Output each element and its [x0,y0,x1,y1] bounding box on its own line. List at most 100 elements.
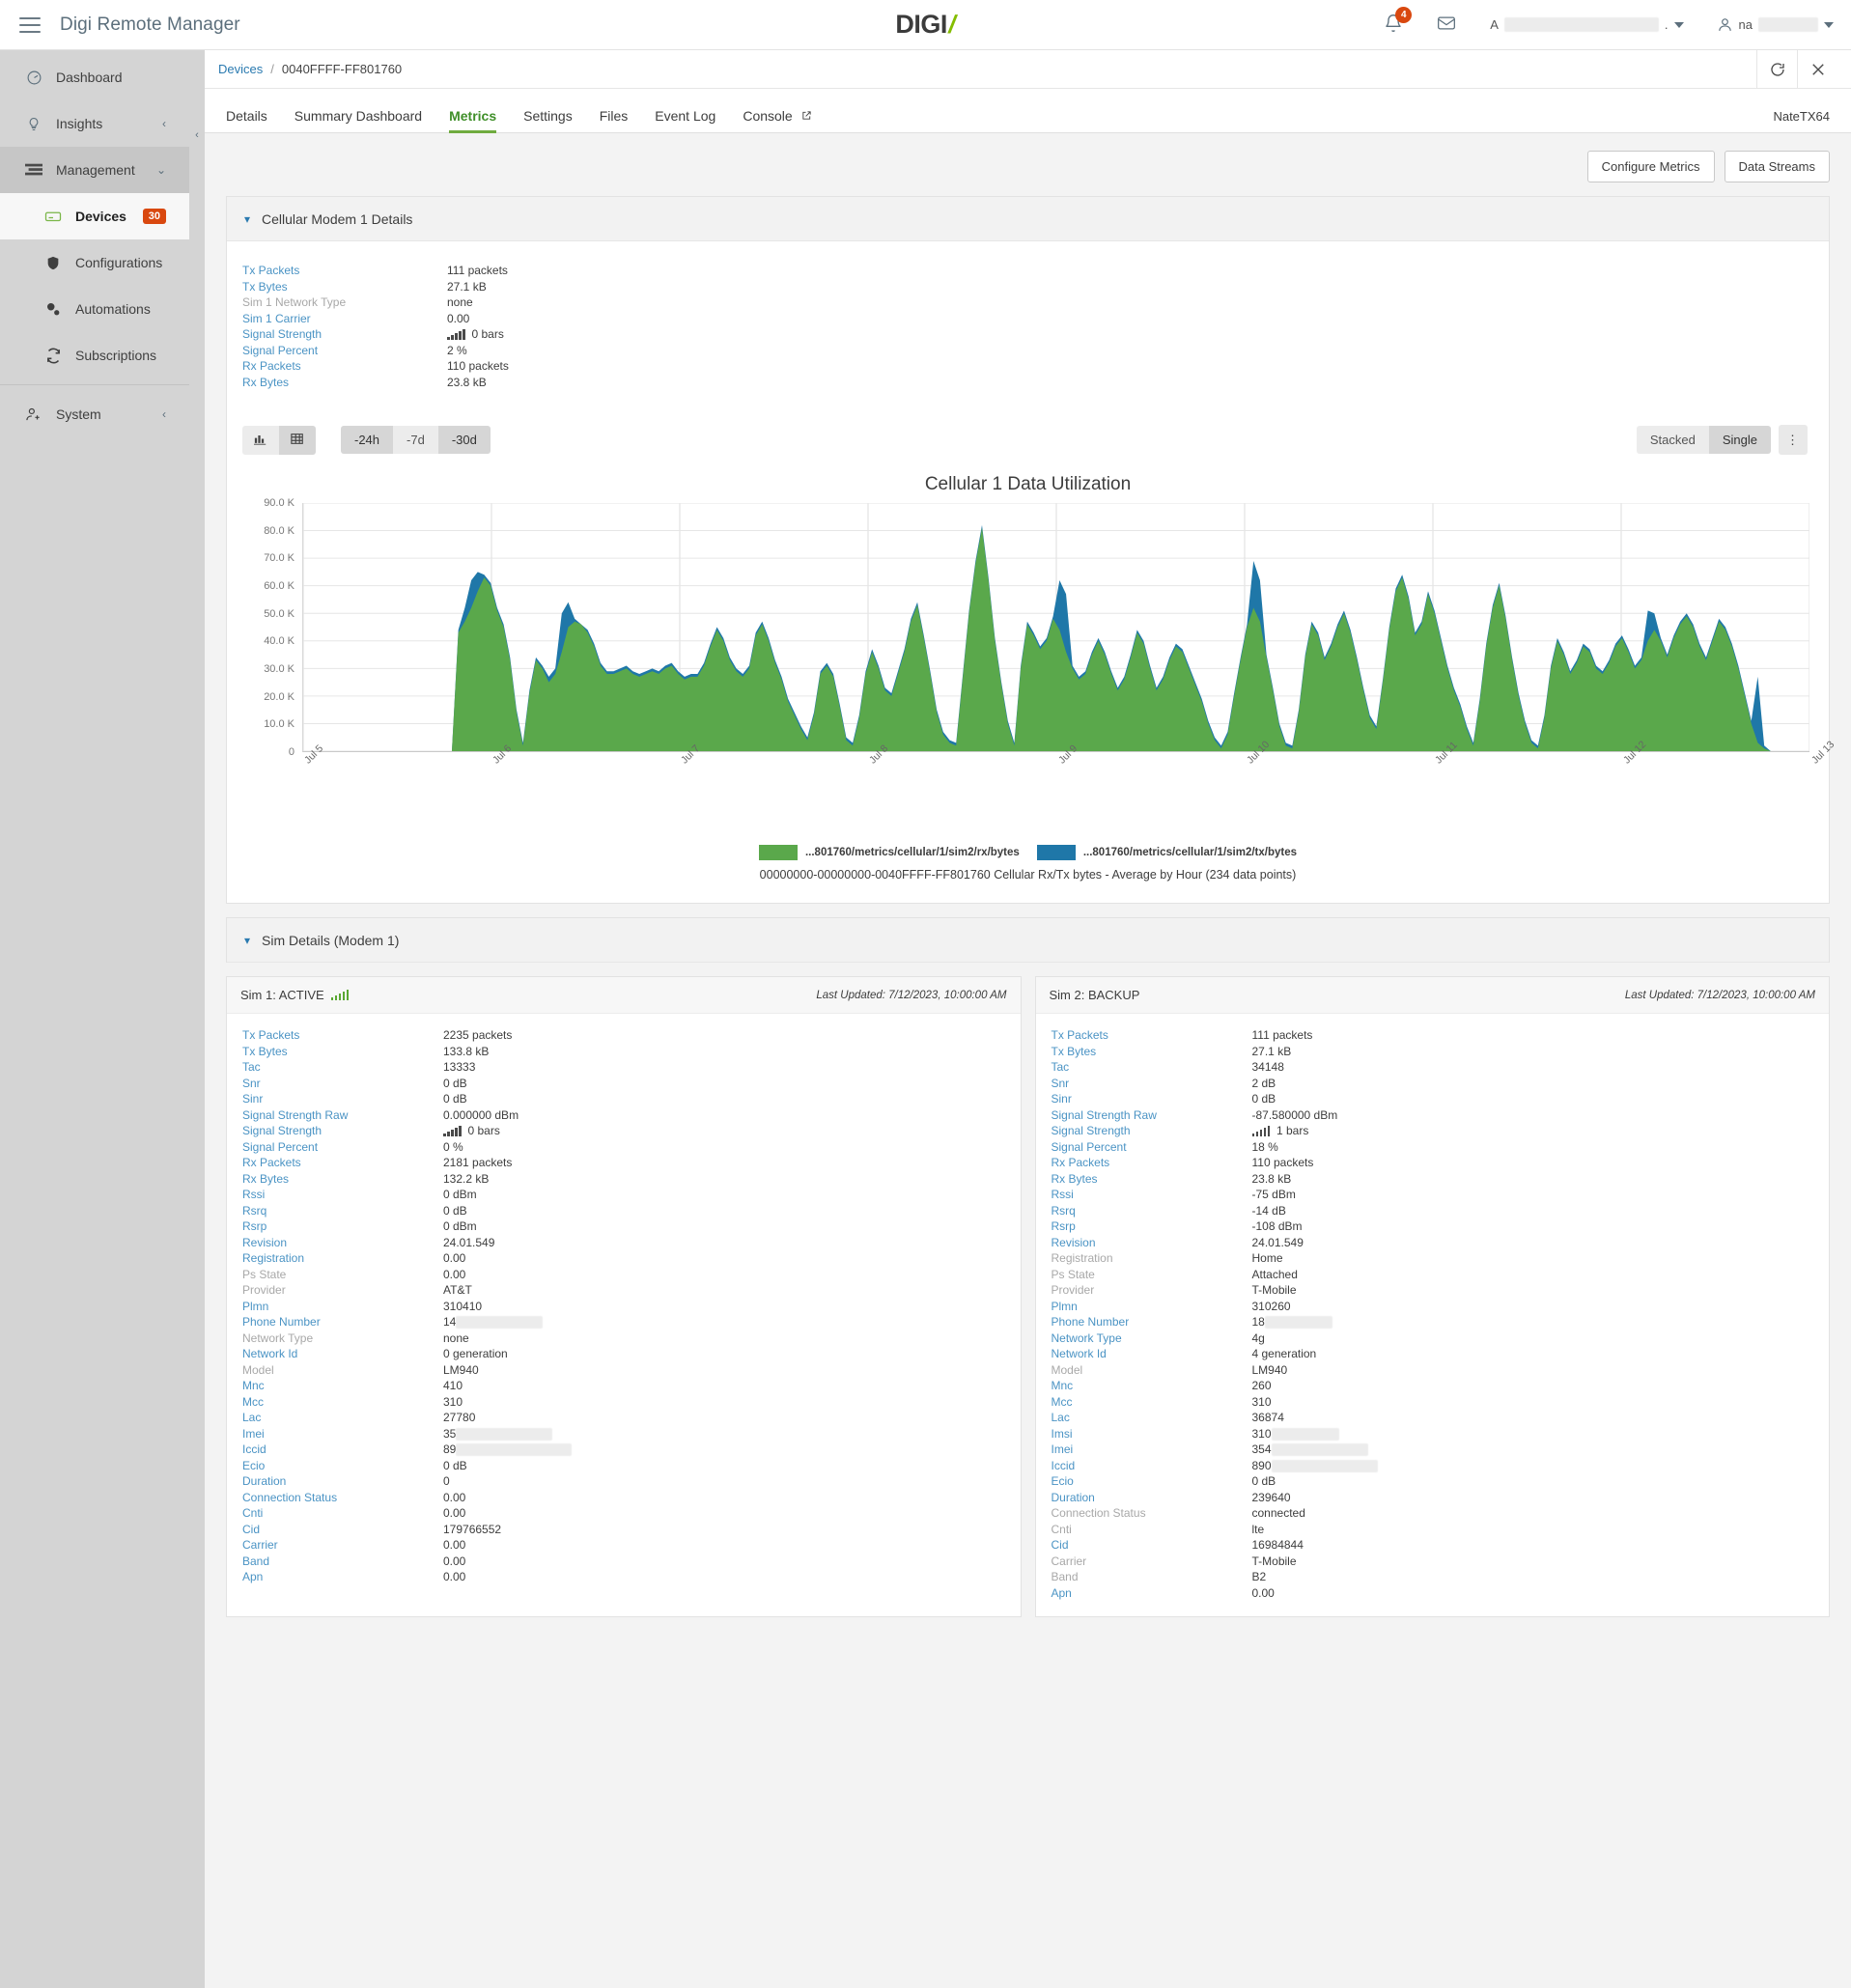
utilization-chart: 90.0 K 80.0 K 70.0 K 60.0 K 50.0 K 40.0 K 30.0… [246,497,1837,793]
detail-key[interactable]: Registration [242,1250,443,1267]
detail-key[interactable]: Network Id [242,1346,443,1362]
detail-key[interactable]: Tx Bytes [242,1044,443,1060]
detail-key[interactable]: Mnc [242,1378,443,1394]
detail-key[interactable]: Network Type [1052,1330,1252,1347]
detail-key[interactable]: Rsrp [242,1218,443,1235]
configure-metrics-button[interactable]: Configure Metrics [1586,151,1715,182]
sidebar-collapse-handle[interactable]: ‹ [189,50,205,1988]
detail-key[interactable]: Rx Bytes [242,1171,443,1188]
detail-value: 179766552 [443,1522,502,1536]
detail-key[interactable]: Snr [1052,1076,1252,1092]
tab-metrics[interactable]: Metrics [449,108,497,133]
detail-key[interactable]: Phone Number [242,1314,443,1330]
detail-key[interactable]: Rx Packets [1052,1155,1252,1171]
detail-key[interactable]: Iccid [1052,1458,1252,1474]
tab-files[interactable]: Files [600,108,629,132]
detail-key[interactable]: Plmn [242,1299,443,1315]
detail-key[interactable]: Signal Strength [242,1123,443,1139]
single-mode-button[interactable]: Single [1708,426,1771,454]
detail-key[interactable]: Revision [1052,1235,1252,1251]
detail-key[interactable]: Mcc [242,1394,443,1411]
detail-key[interactable]: Duration [1052,1490,1252,1506]
detail-key[interactable]: Band [242,1554,443,1570]
detail-key[interactable]: Signal Percent [242,1139,443,1156]
detail-key[interactable]: Tx Packets [1052,1027,1252,1044]
tab-console[interactable]: Console [743,108,811,132]
detail-key[interactable]: Lac [1052,1410,1252,1426]
refresh-button[interactable] [1756,50,1797,89]
detail-key[interactable]: Iccid [242,1442,443,1458]
detail-key[interactable]: Rx Packets [242,1155,443,1171]
legend-item[interactable]: ...801760/metrics/cellular/1/sim2/rx/byt… [758,845,1020,860]
range-30d-button[interactable]: -30d [437,426,491,454]
detail-key[interactable]: Network Id [1052,1346,1252,1362]
detail-key[interactable]: Tx Packets [242,1027,443,1044]
chart-menu-button[interactable]: ⋮ [1779,425,1808,455]
detail-key[interactable]: Apn [1052,1585,1252,1602]
sidebar-item-automations[interactable]: Automations [0,286,189,332]
detail-key[interactable]: Rssi [1052,1187,1252,1203]
detail-key[interactable]: Revision [242,1235,443,1251]
detail-key[interactable]: Signal Strength [1052,1123,1252,1139]
detail-key[interactable]: Imsi [1052,1426,1252,1442]
sidebar-item-management[interactable]: Management ⌄ [0,147,189,193]
user-menu[interactable]: na [1717,16,1834,33]
menu-icon[interactable] [19,16,41,33]
detail-key[interactable]: Cid [242,1522,443,1538]
breadcrumb-devices-link[interactable]: Devices [218,62,263,76]
detail-key[interactable]: Apn [242,1569,443,1585]
range-24h-button[interactable]: -24h [341,426,394,454]
detail-key[interactable]: Sinr [1052,1091,1252,1107]
sidebar-item-devices[interactable]: Devices 30 [0,193,189,239]
detail-key[interactable]: Imei [1052,1442,1252,1458]
detail-key[interactable]: Cnti [242,1505,443,1522]
detail-key[interactable]: Carrier [242,1537,443,1554]
detail-key[interactable]: Signal Strength Raw [242,1107,443,1124]
sim-details-panel-header[interactable]: ▾ Sim Details (Modem 1) [227,918,1829,963]
tab-summary-dashboard[interactable]: Summary Dashboard [294,108,422,132]
detail-key[interactable]: Mcc [1052,1394,1252,1411]
detail-key[interactable]: Ecio [1052,1473,1252,1490]
account-selector[interactable]: A . [1490,17,1684,32]
detail-key[interactable]: Duration [242,1473,443,1490]
stacked-mode-button[interactable]: Stacked [1636,426,1709,454]
detail-key[interactable]: Snr [242,1076,443,1092]
notifications-button[interactable]: 4 [1384,7,1413,36]
data-streams-button[interactable]: Data Streams [1724,151,1830,182]
sidebar-item-insights[interactable]: Insights ‹ [0,100,189,147]
detail-key[interactable]: Lac [242,1410,443,1426]
detail-key[interactable]: Tac [242,1059,443,1076]
detail-key[interactable]: Tac [1052,1059,1252,1076]
detail-key[interactable]: Tx Bytes [1052,1044,1252,1060]
tab-details[interactable]: Details [226,108,267,132]
detail-value: 14 [443,1314,544,1330]
detail-key[interactable]: Signal Percent [1052,1139,1252,1156]
detail-key[interactable]: Cid [1052,1537,1252,1554]
cellular-modem-panel-header[interactable]: ▾ Cellular Modem 1 Details [227,197,1829,241]
detail-key[interactable]: Rsrq [1052,1203,1252,1219]
detail-key[interactable]: Ecio [242,1458,443,1474]
detail-key[interactable]: Plmn [1052,1299,1252,1315]
detail-key[interactable]: Imei [242,1426,443,1442]
sidebar-item-system[interactable]: System ‹ [0,391,189,437]
tab-settings[interactable]: Settings [523,108,573,132]
sidebar-item-dashboard[interactable]: Dashboard [0,54,189,100]
close-button[interactable] [1797,50,1837,89]
sidebar-item-configurations[interactable]: Configurations [0,239,189,286]
detail-key[interactable]: Sinr [242,1091,443,1107]
legend-item[interactable]: ...801760/metrics/cellular/1/sim2/tx/byt… [1036,845,1297,860]
range-7d-button[interactable]: -7d [393,426,438,454]
detail-key[interactable]: Rsrq [242,1203,443,1219]
detail-key[interactable]: Mnc [1052,1378,1252,1394]
sidebar-item-subscriptions[interactable]: Subscriptions [0,332,189,378]
messages-button[interactable] [1436,14,1457,36]
detail-key[interactable]: Rx Bytes [1052,1171,1252,1188]
detail-key[interactable]: Connection Status [242,1490,443,1506]
table-view-button[interactable] [279,425,316,455]
detail-key[interactable]: Signal Strength Raw [1052,1107,1252,1124]
detail-key[interactable]: Phone Number [1052,1314,1252,1330]
detail-key[interactable]: Rssi [242,1187,443,1203]
tab-event-log[interactable]: Event Log [655,108,715,132]
detail-key[interactable]: Rsrp [1052,1218,1252,1235]
chart-view-button[interactable] [242,425,279,455]
